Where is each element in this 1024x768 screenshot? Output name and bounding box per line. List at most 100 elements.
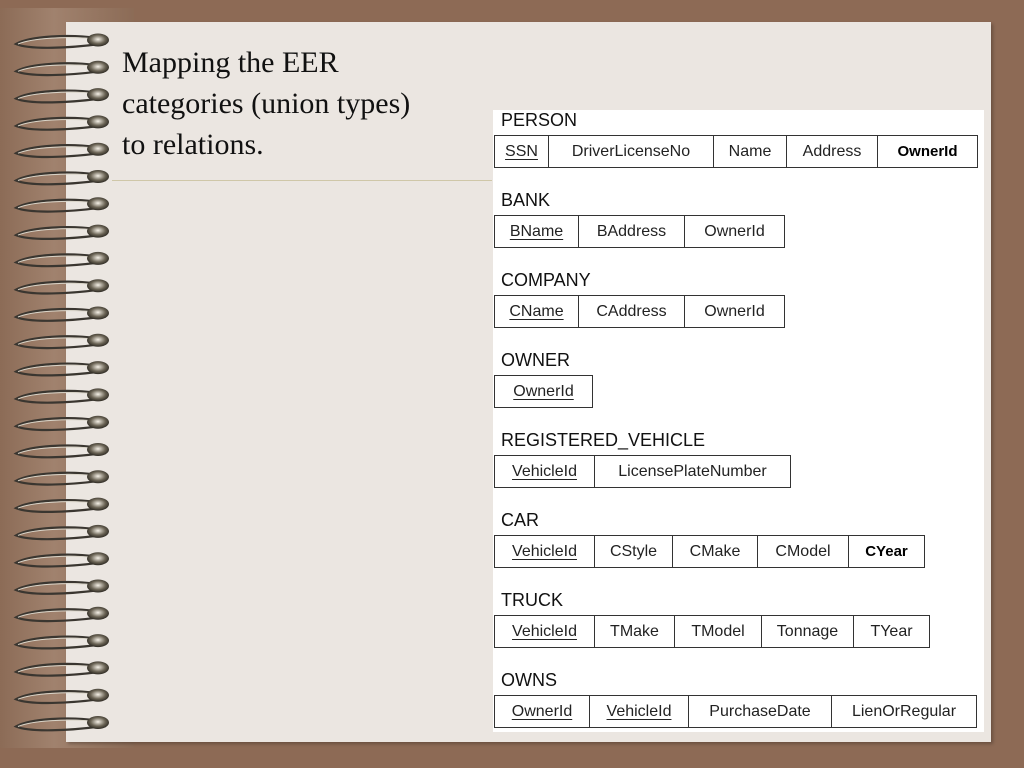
attribute-cell: DriverLicenseNo [549,136,714,167]
attribute-label: BName [509,222,564,240]
attribute-cell: CYear [849,536,924,567]
spiral-binding [13,33,109,732]
spiral-ring [13,661,109,677]
spiral-ring [13,60,109,77]
relation-attribute-row: VehicleId TMake TModel Tonnage TYear [494,615,930,648]
spiral-ring [13,115,109,131]
attribute-label: Tonnage [776,622,839,640]
primary-key-attribute: VehicleId [495,456,595,487]
spiral-ring [13,443,109,459]
primary-key-attribute: SSN [495,136,549,167]
attribute-label: BAddress [596,222,667,240]
relation-attribute-row: OwnerId [494,375,593,408]
spiral-ring [13,333,109,350]
spiral-ring [13,170,109,186]
attribute-label: VehicleId [606,702,672,720]
spiral-ring [13,634,109,650]
title-line-3: to relations. [122,128,264,161]
title-underline [112,180,492,181]
attribute-cell: OwnerId [685,296,784,327]
attribute-cell: BAddress [579,216,685,247]
relation-name: OWNS [501,670,557,690]
attribute-label: CMake [689,542,741,560]
primary-key-attribute: VehicleId [495,616,595,647]
spiral-ring [13,88,109,104]
spiral-ring [13,552,109,568]
relation-name: BANK [501,190,551,210]
attribute-cell: PurchaseDate [689,696,832,727]
primary-key-attribute: BName [495,216,579,247]
attribute-label: LienOrRegular [851,702,957,720]
attribute-cell: CModel [758,536,849,567]
title-line-1: Mapping the EER [122,46,339,79]
attribute-label: VehicleId [512,462,577,480]
spiral-ring [13,33,109,49]
spiral-ring [13,688,109,705]
attribute-cell: Name [714,136,787,167]
primary-key-attribute: CName [495,296,579,327]
relation-attribute-row: CName CAddress OwnerId [494,295,785,328]
attribute-label: OwnerId [704,302,765,320]
spiral-ring [13,524,109,541]
relation-name: TRUCK [501,590,563,610]
attribute-cell: LicensePlateNumber [595,456,790,487]
primary-key-attribute: VehicleId [590,696,689,727]
attribute-cell: TYear [854,616,929,647]
attribute-label: OwnerId [704,222,765,240]
attribute-cell: TMake [595,616,675,647]
attribute-cell: CStyle [595,536,673,567]
attribute-label: CAddress [596,302,667,320]
spiral-ring [13,224,109,240]
relational-schema: PERSON SSN DriverLicenseNo Name Address Owner… [493,110,984,732]
attribute-label: SSN [505,142,538,160]
spiral-ring [13,716,109,732]
relation-attribute-row: BName BAddress OwnerId [494,215,785,248]
spiral-ring [13,606,109,623]
relation-name: PERSON [501,110,578,130]
spiral-ring [13,579,109,595]
title-line-2: categories (union types) [122,87,411,120]
attribute-cell: CMake [673,536,758,567]
relation-attribute-row: SSN DriverLicenseNo Name Address OwnerId [494,135,978,168]
spiral-ring [13,306,109,322]
relation-attribute-row: VehicleId CStyle CMake CModel CYear [494,535,925,568]
attribute-label: Address [802,142,862,160]
attribute-label: TModel [691,622,745,640]
attribute-label: OwnerId [513,382,574,400]
spiral-ring [13,197,109,213]
attribute-cell: OwnerId [878,136,977,167]
attribute-cell: TModel [675,616,762,647]
attribute-label: OwnerId [511,702,573,720]
attribute-cell: LienOrRegular [832,696,976,727]
attribute-label: OwnerId [897,143,958,160]
spiral-ring [13,279,109,295]
relation-name: OWNER [501,350,570,370]
attribute-cell: Address [787,136,878,167]
relation-attribute-row: OwnerId VehicleId PurchaseDate LienOrRegula… [494,695,977,728]
relation-name: CAR [501,510,540,530]
attribute-label: PurchaseDate [709,702,811,720]
attribute-cell: OwnerId [685,216,784,247]
relation-attribute-row: VehicleId LicensePlateNumber [494,455,791,488]
primary-key-attribute: VehicleId [495,536,595,567]
attribute-label: TYear [870,622,913,640]
attribute-label: Name [728,142,772,160]
attribute-label: VehicleId [512,622,577,640]
spiral-ring [13,251,109,268]
spiral-ring [13,415,109,432]
attribute-label: CYear [865,543,908,560]
attribute-label: LicensePlateNumber [618,462,767,480]
attribute-cell: CAddress [579,296,685,327]
attribute-label: CModel [775,542,831,560]
relation-name: REGISTERED_VEHICLE [501,430,706,450]
relation-name: COMPANY [501,270,591,290]
attribute-label: TMake [610,622,659,640]
attribute-label: VehicleId [512,542,577,560]
primary-key-attribute: OwnerId [495,376,592,407]
attribute-label: CStyle [609,542,658,560]
attribute-label: DriverLicenseNo [571,142,691,160]
spiral-ring [13,142,109,159]
spiral-ring [13,470,109,486]
attribute-cell: Tonnage [762,616,854,647]
spiral-ring [13,388,109,404]
